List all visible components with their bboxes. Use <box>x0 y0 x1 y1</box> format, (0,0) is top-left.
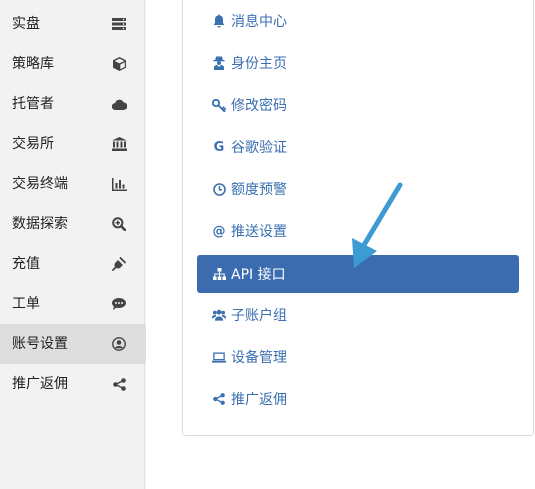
bell-icon <box>212 14 226 28</box>
sidebar: 实盘 策略库 托管者 交易所 交易终端 数据探索 充值 工单 账号设置 推广返佣 <box>0 0 153 489</box>
laptop-icon <box>212 350 226 364</box>
key-icon <box>212 98 226 112</box>
menu-item-sub-accounts[interactable]: 子账户组 <box>197 296 519 334</box>
search-plus-icon <box>111 216 127 232</box>
comment-icon <box>111 296 127 312</box>
menu-item-quota-alert[interactable]: 额度预警 <box>197 170 519 208</box>
sidebar-item-label: 交易所 <box>12 136 54 152</box>
clock-icon <box>212 182 226 196</box>
share-icon <box>111 376 127 392</box>
menu-item-label: 推广返佣 <box>231 392 287 408</box>
sidebar-item-live[interactable]: 实盘 <box>0 4 145 44</box>
cube-icon <box>111 56 127 72</box>
menu-item-label: 消息中心 <box>231 14 287 30</box>
users-icon <box>212 308 226 322</box>
sidebar-item-account-settings[interactable]: 账号设置 <box>0 324 153 364</box>
sidebar-item-label: 数据探索 <box>12 216 68 232</box>
google-icon: G <box>213 139 225 155</box>
menu-item-label: 子账户组 <box>231 308 287 324</box>
sidebar-item-terminal[interactable]: 交易终端 <box>0 164 145 204</box>
menu-item-push-settings[interactable]: @ 推送设置 <box>197 212 519 250</box>
menu-item-devices[interactable]: 设备管理 <box>197 338 519 376</box>
menu-item-label: 设备管理 <box>231 350 287 366</box>
sitemap-icon <box>212 267 226 281</box>
bar-chart-icon <box>111 176 127 192</box>
cloud-icon <box>111 96 127 112</box>
menu-item-change-password[interactable]: 修改密码 <box>197 86 519 124</box>
menu-item-messages[interactable]: 消息中心 <box>197 2 519 40</box>
menu-item-referral[interactable]: 推广返佣 <box>197 380 519 418</box>
sidebar-item-label: 推广返佣 <box>12 376 68 392</box>
sidebar-item-label: 策略库 <box>12 56 54 72</box>
menu-item-label: API 接口 <box>231 267 286 283</box>
user-circle-icon <box>111 336 127 352</box>
sidebar-item-label: 账号设置 <box>12 336 68 352</box>
sidebar-item-data-explore[interactable]: 数据探索 <box>0 204 145 244</box>
menu-item-google-auth[interactable]: G 谷歌验证 <box>197 128 519 166</box>
user-secret-icon <box>212 56 226 70</box>
share-icon <box>212 392 226 406</box>
sidebar-item-exchange[interactable]: 交易所 <box>0 124 145 164</box>
menu-item-label: 谷歌验证 <box>231 140 287 156</box>
menu-item-label: 额度预警 <box>231 182 287 198</box>
bank-icon <box>111 136 127 152</box>
menu-item-label: 修改密码 <box>231 98 287 114</box>
sidebar-item-label: 交易终端 <box>12 176 68 192</box>
sidebar-item-label: 实盘 <box>12 16 40 32</box>
sidebar-item-label: 托管者 <box>12 96 54 112</box>
sidebar-item-recharge[interactable]: 充值 <box>0 244 145 284</box>
menu-item-api[interactable]: API 接口 <box>197 255 519 293</box>
sidebar-item-label: 工单 <box>12 296 40 312</box>
sidebar-item-tickets[interactable]: 工单 <box>0 284 145 324</box>
server-icon <box>111 16 127 32</box>
at-icon: @ <box>212 223 226 239</box>
menu-item-label: 身份主页 <box>231 56 287 72</box>
sidebar-item-strategy[interactable]: 策略库 <box>0 44 145 84</box>
menu-item-label: 推送设置 <box>231 224 287 240</box>
plug-icon <box>111 256 127 272</box>
sidebar-item-referral[interactable]: 推广返佣 <box>0 364 145 404</box>
menu-item-profile[interactable]: 身份主页 <box>197 44 519 82</box>
sidebar-item-label: 充值 <box>12 256 40 272</box>
sidebar-item-docker[interactable]: 托管者 <box>0 84 145 124</box>
